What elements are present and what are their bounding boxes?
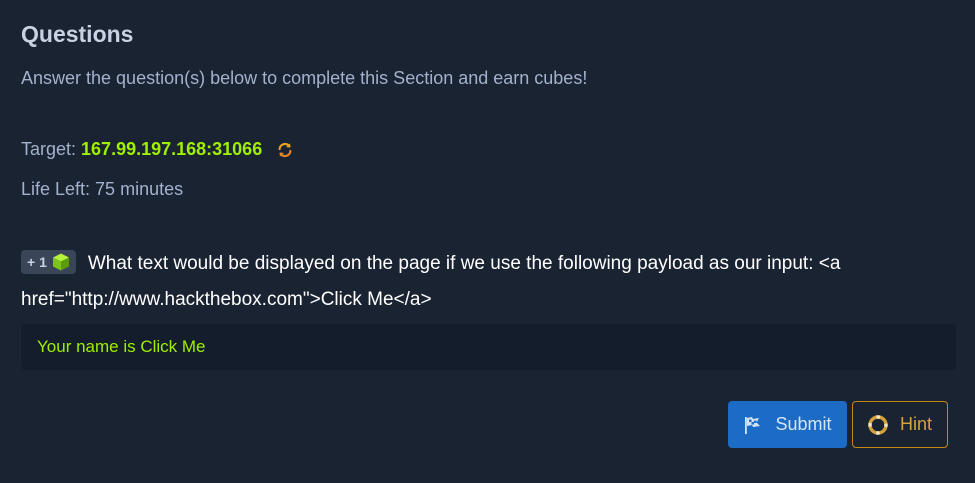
questions-panel: Questions Answer the question(s) below t… — [0, 0, 975, 483]
submit-button[interactable]: Submit — [728, 401, 847, 448]
answer-input[interactable] — [21, 324, 956, 370]
lifebuoy-icon — [868, 414, 888, 435]
life-left-text: Life Left: 75 minutes — [21, 179, 184, 199]
refresh-icon[interactable] — [276, 141, 294, 159]
section-subtitle: Answer the question(s) below to complete… — [21, 68, 588, 88]
submit-label: Submit — [775, 414, 832, 434]
cube-reward-badge: + 1 — [21, 250, 76, 274]
target-label: Target: — [21, 139, 77, 159]
target-line: Target: 167.99.197.168:31066 — [21, 139, 294, 160]
section-title: Questions — [21, 21, 134, 47]
question: + 1 What text would be displayed on the … — [21, 246, 911, 318]
target-address: 167.99.197.168:31066 — [81, 139, 263, 159]
flag-icon — [745, 416, 761, 434]
hint-button[interactable]: Hint — [852, 401, 948, 448]
cube-reward-count: + 1 — [27, 254, 47, 270]
hint-label: Hint — [899, 414, 932, 434]
life-left: Life Left: 75 minutes — [21, 179, 183, 200]
question-text: What text would be displayed on the page… — [21, 253, 841, 310]
cube-icon — [52, 253, 69, 271]
